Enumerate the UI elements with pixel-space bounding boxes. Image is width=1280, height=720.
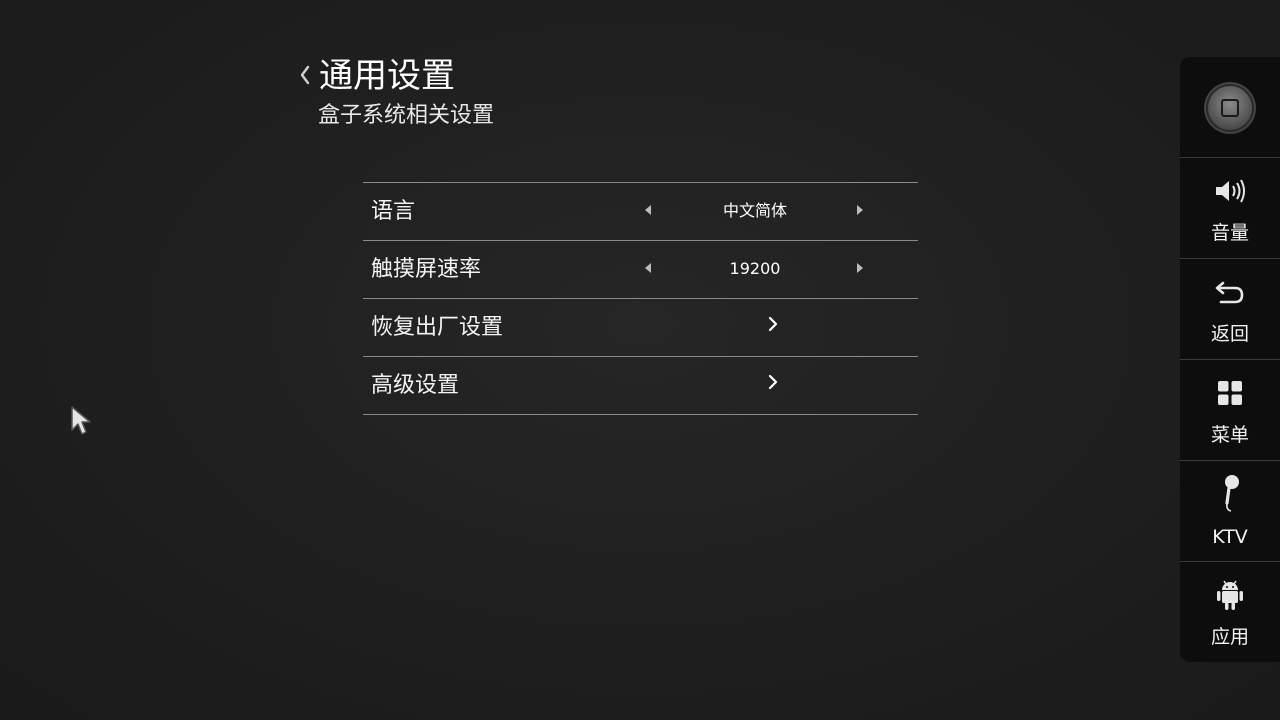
side-item-label: KTV [1212,526,1248,548]
side-item-volume[interactable]: 音量 [1180,157,1280,259]
side-item-label: 菜单 [1210,424,1249,446]
setting-row-advanced[interactable]: 高级设置 [363,357,918,415]
setting-row-language[interactable]: 语言 中文简体 [363,183,918,241]
setting-row-touch-rate[interactable]: 触摸屏速率 19200 [363,241,918,299]
home-icon [1208,86,1252,130]
setting-label-factory-reset: 恢复出厂设置 [371,315,504,340]
chevron-right-icon [768,316,778,332]
setting-label-advanced: 高级设置 [371,373,460,398]
mouse-cursor-icon [71,406,91,435]
previous-option-icon[interactable] [645,263,651,273]
side-item-label: 应用 [1210,626,1249,648]
back-arrow-icon [1215,281,1244,304]
setting-row-factory-reset[interactable]: 恢复出厂设置 [363,299,918,357]
settings-list: 语言 中文简体 触摸屏速率 19200 恢复出厂设置 高级设置 [363,182,918,415]
previous-option-icon[interactable] [645,205,651,215]
setting-value-language: 中文简体 [722,201,787,220]
page-subtitle: 盒子系统相关设置 [318,103,495,128]
side-item-back[interactable]: 返回 [1180,258,1280,360]
side-item-label: 返回 [1210,323,1249,345]
next-option-icon[interactable] [857,205,863,215]
setting-label-touch-rate: 触摸屏速率 [371,257,482,282]
side-item-ktv[interactable]: KTV [1180,460,1280,562]
side-panel: 音量 返回 菜单 KTV 应用 [1180,57,1280,662]
next-option-icon[interactable] [857,263,863,273]
android-icon [1217,580,1243,610]
side-item-label: 音量 [1210,222,1249,244]
setting-label-language: 语言 [371,199,416,224]
volume-icon [1216,179,1245,203]
chevron-right-icon [768,374,778,390]
side-item-menu[interactable]: 菜单 [1180,359,1280,461]
page-title: 通用设置 [319,56,455,96]
side-item-apps[interactable]: 应用 [1180,561,1280,662]
setting-value-touch-rate: 19200 [729,259,781,278]
menu-grid-icon [1218,381,1242,405]
back-chevron-icon[interactable] [298,64,312,86]
microphone-icon [1225,475,1239,512]
side-item-home[interactable] [1180,57,1280,157]
